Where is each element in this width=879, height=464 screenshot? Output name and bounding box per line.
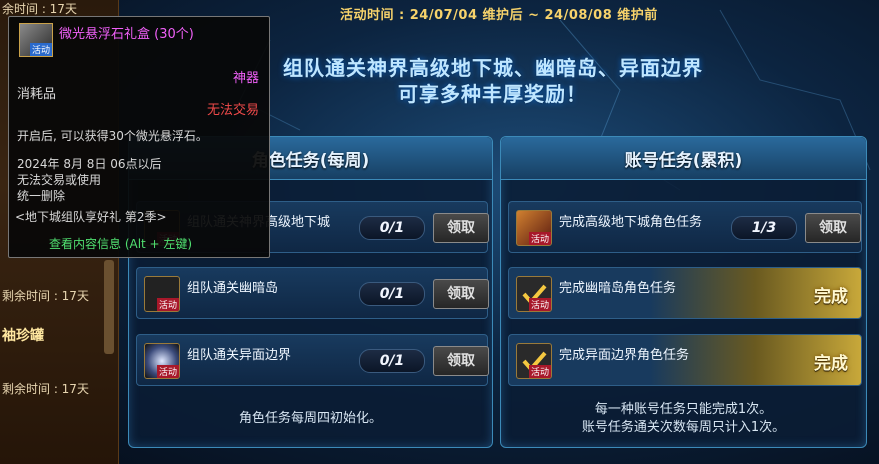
sidebar-item-name[interactable]: 袖珍罐 xyxy=(2,325,44,345)
tooltip-view-hint[interactable]: 查看内容信息 (Alt + 左键) xyxy=(49,235,192,252)
orb-task-icon: 活动 xyxy=(144,343,180,379)
tooltip-trade-status: 无法交易 xyxy=(206,103,259,118)
tooltip-description: 开启后, 可以获得30个微光悬浮石。 xyxy=(17,129,208,143)
event-tag: 活动 xyxy=(156,365,179,378)
event-tag: 活动 xyxy=(528,232,551,245)
task-progress: 0/1 xyxy=(359,216,425,240)
task-label: 完成异面边界角色任务 xyxy=(559,348,690,363)
account-task-row-dark-island: 活动 完成幽暗岛角色任务 完成 xyxy=(508,267,862,319)
stone-box-icon: 活动 xyxy=(19,23,53,57)
character-task-footer: 角色任务每周四初始化。 xyxy=(238,411,382,426)
claim-button[interactable]: 领取 xyxy=(433,346,489,376)
task-label: 组队通关异面边界 xyxy=(187,348,292,363)
event-tag: 活动 xyxy=(528,365,551,378)
completed-status: 完成 xyxy=(814,287,848,307)
sidebar-remaining-time: 剩余时间 : 17天 xyxy=(2,289,89,303)
account-task-panel: 账号任务(累积) 活动 完成高级地下城角色任务 1/3 领取 活动 完成幽暗岛角… xyxy=(500,136,867,448)
event-tag: 活动 xyxy=(528,298,551,311)
character-portrait-icon: 活动 xyxy=(516,210,552,246)
task-progress: 0/1 xyxy=(359,349,425,373)
task-label: 组队通关幽暗岛 xyxy=(187,281,279,296)
tooltip-expire-note-2: 统一删除 xyxy=(17,189,66,203)
task-progress: 1/3 xyxy=(731,216,797,240)
task-progress: 0/1 xyxy=(359,282,425,306)
claim-button[interactable]: 领取 xyxy=(433,213,489,243)
task-row-boundary: 活动 组队通关异面边界 0/1 领取 xyxy=(136,334,489,386)
task-label: 完成幽暗岛角色任务 xyxy=(559,281,677,296)
tooltip-item-name: 微光悬浮石礼盒 (30个) xyxy=(59,27,194,42)
account-task-title: 账号任务(累积) xyxy=(501,137,866,180)
account-task-row-dungeon: 活动 完成高级地下城角色任务 1/3 领取 xyxy=(508,201,862,253)
tooltip-expire-date: 2024年 8月 8日 06点以后 xyxy=(17,157,162,171)
claim-button[interactable]: 领取 xyxy=(433,279,489,309)
tooltip-rarity: 神器 xyxy=(232,71,259,86)
task-label: 完成高级地下城角色任务 xyxy=(559,215,703,230)
claim-button[interactable]: 领取 xyxy=(805,213,861,243)
event-tag: 活动 xyxy=(156,298,179,311)
item-tooltip: 活动 微光悬浮石礼盒 (30个) 神器 消耗品 无法交易 开启后, 可以获得30… xyxy=(8,16,270,258)
completed-status: 完成 xyxy=(814,354,848,374)
headline-line-2: 可享多种丰厚奖励！ xyxy=(398,82,587,106)
headline-line-1: 组队通关神界高级地下城、幽暗岛、异面边界 xyxy=(283,56,703,80)
event-tag: 活动 xyxy=(29,43,52,56)
account-task-row-boundary: 活动 完成异面边界角色任务 完成 xyxy=(508,334,862,386)
checkmark-icon: 活动 xyxy=(516,343,552,379)
tooltip-expire-note-1: 无法交易或使用 xyxy=(17,173,102,187)
tooltip-item-type: 消耗品 xyxy=(17,87,57,102)
stone-task-icon: 活动 xyxy=(144,276,180,312)
sidebar-remaining-top: 余时间 : 17天 xyxy=(2,2,77,16)
sidebar-scrollbar[interactable] xyxy=(104,260,114,354)
account-task-footer-1: 每一种账号任务只能完成1次。 xyxy=(594,402,773,417)
tooltip-source: <地下城组队享好礼 第2季> xyxy=(15,210,167,224)
sidebar-remaining-time-2: 剩余时间 : 17天 xyxy=(2,382,89,396)
account-task-footer-2: 账号任务通关次数每周只计入1次。 xyxy=(581,420,786,435)
checkmark-icon: 活动 xyxy=(516,276,552,312)
event-time: 活动时间 : 24/07/04 维护后 ~ 24/08/08 维护前 xyxy=(340,8,658,23)
task-row-dark-island: 活动 组队通关幽暗岛 0/1 领取 xyxy=(136,267,489,319)
